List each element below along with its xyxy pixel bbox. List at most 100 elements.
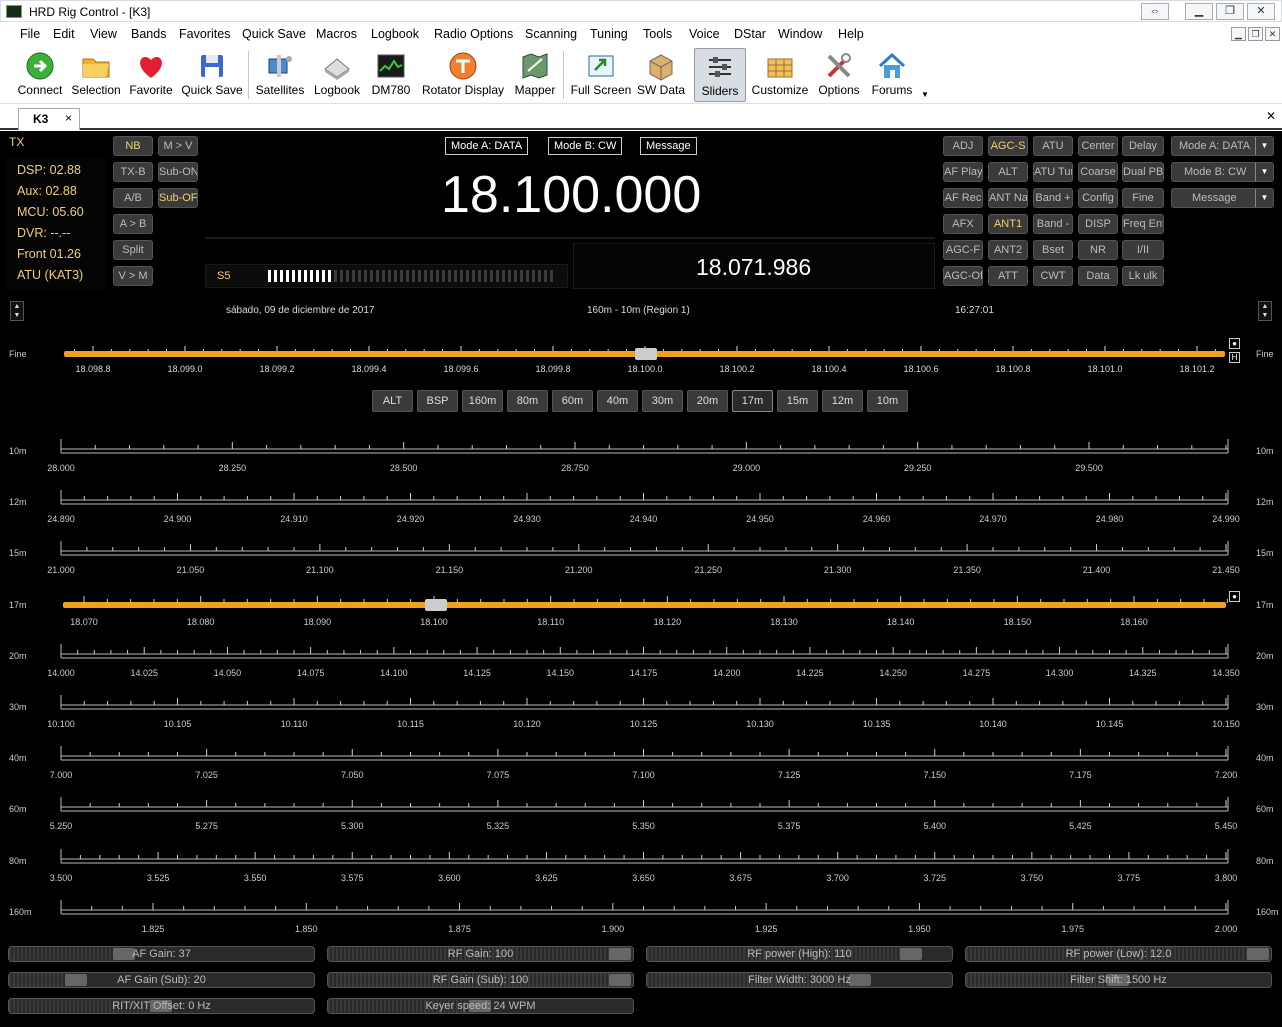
data-button[interactable]: Data [1078,266,1118,286]
quick-save-button[interactable]: Quick Save [181,48,243,102]
slider-thumb[interactable] [609,948,631,960]
slider-thumb[interactable] [849,974,872,986]
band-scale-svg[interactable]: 21.000 21.050 21.100 21.150 21.200 21.250 21.3… [0,539,1282,585]
scroll-up-down-icon[interactable]: ▲ ▼ [1258,301,1272,321]
lk-ulk-button[interactable]: Lk ulk [1122,266,1164,286]
tab-close-icon[interactable]: × [65,111,72,125]
slider-filter-width[interactable]: Filter Width: 3000 Hz [646,972,953,988]
mode-b-label[interactable]: Mode B: CW [548,137,623,155]
band-scale-15m[interactable]: 15m 15m 21.000 21.050 21.100 21.150 21.200 21.2… [0,539,1282,585]
slider-thumb[interactable] [609,974,631,986]
logbook-button[interactable]: Logbook [310,48,364,102]
m-to-v-button[interactable]: M > V [158,136,198,156]
adj-button[interactable]: ADJ [943,136,983,156]
minimize-button[interactable]: ▁ [1185,3,1213,20]
band-button-80m[interactable]: 80m [507,390,548,412]
alt-button[interactable]: ALT [988,162,1028,182]
main-frequency[interactable]: 18.100.000 [441,165,701,225]
slider-rf-power-high[interactable]: RF power (High): 110 [646,946,953,962]
message-dropdown[interactable]: Message ▼ [1171,188,1274,208]
toolbar-overflow-icon[interactable]: ▼ [921,90,929,99]
mdi-restore-button[interactable]: ❐ [1248,27,1263,41]
h-marker[interactable]: H [1229,352,1240,363]
slider-filter-shift[interactable]: Filter Shift: 1500 Hz [965,972,1272,988]
selection-button[interactable]: Selection [70,48,122,102]
slider-thumb[interactable] [65,974,88,986]
band-scale-svg[interactable]: 28.000 28.250 28.500 28.750 29.000 29.250 29.5… [0,437,1282,483]
menu-logbook[interactable]: Logbook [371,27,419,41]
menu-help[interactable]: Help [838,27,864,41]
rotator-display-button[interactable]: Rotator Display [420,48,506,102]
band-button-30m[interactable]: 30m [642,390,683,412]
band-scale-svg[interactable]: 3.500 3.525 3.550 3.575 3.600 3.625 3.650 3.675… [0,847,1282,893]
satellites-button[interactable]: Satellites [254,48,306,102]
customize-button[interactable]: Customize [750,48,810,102]
band-button-10m[interactable]: 10m [867,390,908,412]
band-button[interactable]: Band + [1033,188,1073,208]
sub-on-button[interactable]: Sub-ON [158,162,198,182]
band-scale-svg[interactable]: 14.000 14.025 14.050 14.075 14.100 14.125 14.1… [0,642,1282,688]
document-close-icon[interactable]: ✕ [1266,109,1276,123]
favorite-button[interactable]: Favorite [127,48,175,102]
band-scale-160m[interactable]: 160m 160m 1.825 1.850 1.875 1.900 1.925 1.950 1.… [0,898,1282,944]
ant2-button[interactable]: ANT2 [988,240,1028,260]
menu-dstar[interactable]: DStar [734,27,766,41]
a-b-button[interactable]: A/B [113,188,153,208]
band-button-160m[interactable]: 160m [462,390,503,412]
band-button-bsp[interactable]: BSP [417,390,458,412]
band-button-12m[interactable]: 12m [822,390,863,412]
center-button[interactable]: Center [1078,136,1118,156]
full-screen-button[interactable]: Full Screen [570,48,632,102]
band-scale-svg[interactable]: 7.000 7.025 7.050 7.075 7.100 7.125 7.150 7.175… [0,744,1282,790]
mode-a-dropdown[interactable]: Mode A: DATA ▼ [1171,136,1274,156]
band-button-15m[interactable]: 15m [777,390,818,412]
record-marker-icon[interactable]: ● [1229,338,1240,349]
coarse-button[interactable]: Coarse [1078,162,1118,182]
fine-scale-svg[interactable]: 18.098.8 18.099.0 18.099.2 18.099.4 18.099.6… [0,336,1282,382]
nr-button[interactable]: NR [1078,240,1118,260]
mode-b-dropdown[interactable]: Mode B: CW ▼ [1171,162,1274,182]
band-scale-80m[interactable]: 80m 80m 3.500 3.525 3.550 3.575 3.600 3.625 3.65… [0,847,1282,893]
band-scale-20m[interactable]: 20m 20m 14.000 14.025 14.050 14.075 14.100 14.1… [0,642,1282,688]
band-scale-30m[interactable]: 30m 30m 10.100 10.105 10.110 10.115 10.120 10.1… [0,693,1282,739]
band-scale-40m[interactable]: 40m 40m 7.000 7.025 7.050 7.075 7.100 7.125 7.15… [0,744,1282,790]
sub-frequency[interactable]: 18.071.986 [696,254,811,281]
band-button-40m[interactable]: 40m [597,390,638,412]
config-button[interactable]: Config [1078,188,1118,208]
fine-tuning-thumb[interactable] [635,348,657,360]
band-button[interactable]: Band - [1033,214,1073,234]
menu-window[interactable]: Window [778,27,822,41]
band-button-60m[interactable]: 60m [552,390,593,412]
af-rec-button[interactable]: AF Rec [943,188,983,208]
menu-view[interactable]: View [90,27,117,41]
band-scale-svg[interactable]: 1.825 1.850 1.875 1.900 1.925 1.950 1.975 2.000 [0,898,1282,944]
band-scale-60m[interactable]: 60m 60m 5.250 5.275 5.300 5.325 5.350 5.375 5.40… [0,795,1282,841]
dm780-button[interactable]: DM780 [369,48,413,102]
cwt-button[interactable]: CWT [1033,266,1073,286]
menu-file[interactable]: File [20,27,40,41]
menu-quick-save[interactable]: Quick Save [242,27,306,41]
nb-button[interactable]: NB [113,136,153,156]
menu-tools[interactable]: Tools [643,27,672,41]
close-button[interactable]: ✕ [1247,3,1275,20]
maximize-button[interactable]: ❐ [1216,3,1244,20]
sub-off-button[interactable]: Sub-OFF [158,188,198,208]
ant-name-button[interactable]: ANT Name [988,188,1028,208]
slider-thumb[interactable] [899,948,922,960]
fine-button[interactable]: Fine [1122,188,1164,208]
menu-tuning[interactable]: Tuning [590,27,628,41]
a-to-b-button[interactable]: A > B [113,214,153,234]
band-button-20m[interactable]: 20m [687,390,728,412]
tab-k3[interactable]: K3 × [18,108,80,130]
slider-af-gain-sub[interactable]: AF Gain (Sub): 20 [8,972,315,988]
menu-macros[interactable]: Macros [316,27,357,41]
sliders-button[interactable]: Sliders [694,48,746,102]
slider-rf-gain[interactable]: RF Gain: 100 [327,946,634,962]
menu-edit[interactable]: Edit [53,27,75,41]
band-button-17m[interactable]: 17m [732,390,773,412]
sw-data-button[interactable]: SW Data [636,48,686,102]
afx-button[interactable]: AFX [943,214,983,234]
i-ii-button[interactable]: I/II [1122,240,1164,260]
band-scale-10m[interactable]: 10m 10m 28.000 28.250 28.500 28.750 29.000 29.2… [0,437,1282,483]
menu-favorites[interactable]: Favorites [179,27,230,41]
